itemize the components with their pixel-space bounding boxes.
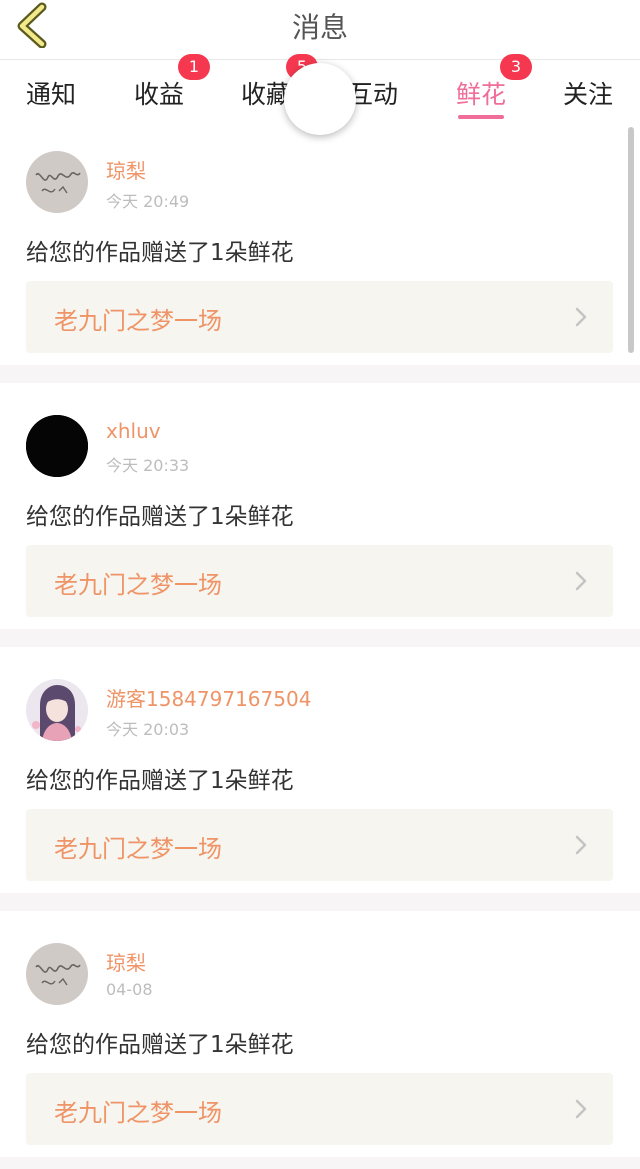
tab-following[interactable]: 关注 — [563, 75, 613, 111]
tab-flowers[interactable]: 鲜花 — [456, 75, 507, 119]
sender-name[interactable]: 游客1584797167504 — [106, 683, 311, 712]
handwriting-avatar-icon — [26, 151, 88, 213]
work-link[interactable]: 老九门之梦一场 — [26, 1073, 613, 1145]
list-item: 游客1584797167504 今天 20:03 给您的作品赠送了1朵鲜花 老九… — [0, 647, 640, 911]
scrollbar[interactable] — [628, 127, 634, 353]
list-item: xhluv 今天 20:33 给您的作品赠送了1朵鲜花 老九门之梦一场 — [0, 383, 640, 647]
sender-name[interactable]: 琼梨 — [106, 155, 146, 184]
work-title: 老九门之梦一场 — [54, 307, 222, 335]
avatar[interactable] — [26, 679, 88, 741]
message-list: 琼梨 今天 20:49 给您的作品赠送了1朵鲜花 老九门之梦一场 xhluv 今… — [0, 119, 640, 1169]
work-title: 老九门之梦一场 — [54, 835, 222, 863]
tab-label: 通知 — [26, 80, 77, 109]
tab-label: 关注 — [563, 80, 614, 109]
message-text: 给您的作品赠送了1朵鲜花 — [26, 504, 294, 530]
list-item: 琼梨 04-08 给您的作品赠送了1朵鲜花 老九门之梦一场 — [0, 911, 640, 1169]
black-avatar-icon — [26, 415, 88, 477]
chevron-right-icon — [575, 1099, 587, 1119]
sender-name[interactable]: xhluv — [106, 419, 161, 443]
work-title: 老九门之梦一场 — [54, 1099, 222, 1127]
floating-assist-button[interactable] — [284, 63, 356, 135]
work-link[interactable]: 老九门之梦一场 — [26, 545, 613, 617]
message-text: 给您的作品赠送了1朵鲜花 — [26, 768, 294, 794]
tab-earnings[interactable]: 收益 — [134, 75, 184, 111]
timestamp: 今天 20:03 — [106, 720, 190, 739]
sender-name[interactable]: 琼梨 — [106, 947, 146, 976]
work-link[interactable]: 老九门之梦一场 — [26, 809, 613, 881]
avatar[interactable] — [26, 943, 88, 1005]
chevron-right-icon — [575, 307, 587, 327]
timestamp: 04-08 — [106, 980, 153, 999]
work-title: 老九门之梦一场 — [54, 571, 222, 599]
tab-label: 收益 — [134, 80, 185, 109]
avatar[interactable] — [26, 415, 88, 477]
work-link[interactable]: 老九门之梦一场 — [26, 281, 613, 353]
tab-label: 鲜花 — [456, 80, 507, 109]
message-text: 给您的作品赠送了1朵鲜花 — [26, 240, 294, 266]
chevron-right-icon — [575, 835, 587, 855]
header-bar: 消息 — [0, 0, 640, 60]
list-item: 琼梨 今天 20:49 给您的作品赠送了1朵鲜花 老九门之梦一场 — [0, 119, 640, 383]
flowers-count-badge: 3 — [500, 54, 532, 80]
anime-girl-avatar-icon — [26, 679, 88, 741]
tab-notifications[interactable]: 通知 — [26, 75, 76, 111]
avatar[interactable] — [26, 151, 88, 213]
timestamp: 今天 20:49 — [106, 192, 190, 211]
message-text: 给您的作品赠送了1朵鲜花 — [26, 1032, 294, 1058]
handwriting-avatar-icon — [26, 943, 88, 1005]
page-title: 消息 — [291, 11, 348, 44]
earnings-count-badge: 1 — [178, 54, 210, 80]
chevron-right-icon — [575, 571, 587, 591]
timestamp: 今天 20:33 — [106, 456, 190, 475]
